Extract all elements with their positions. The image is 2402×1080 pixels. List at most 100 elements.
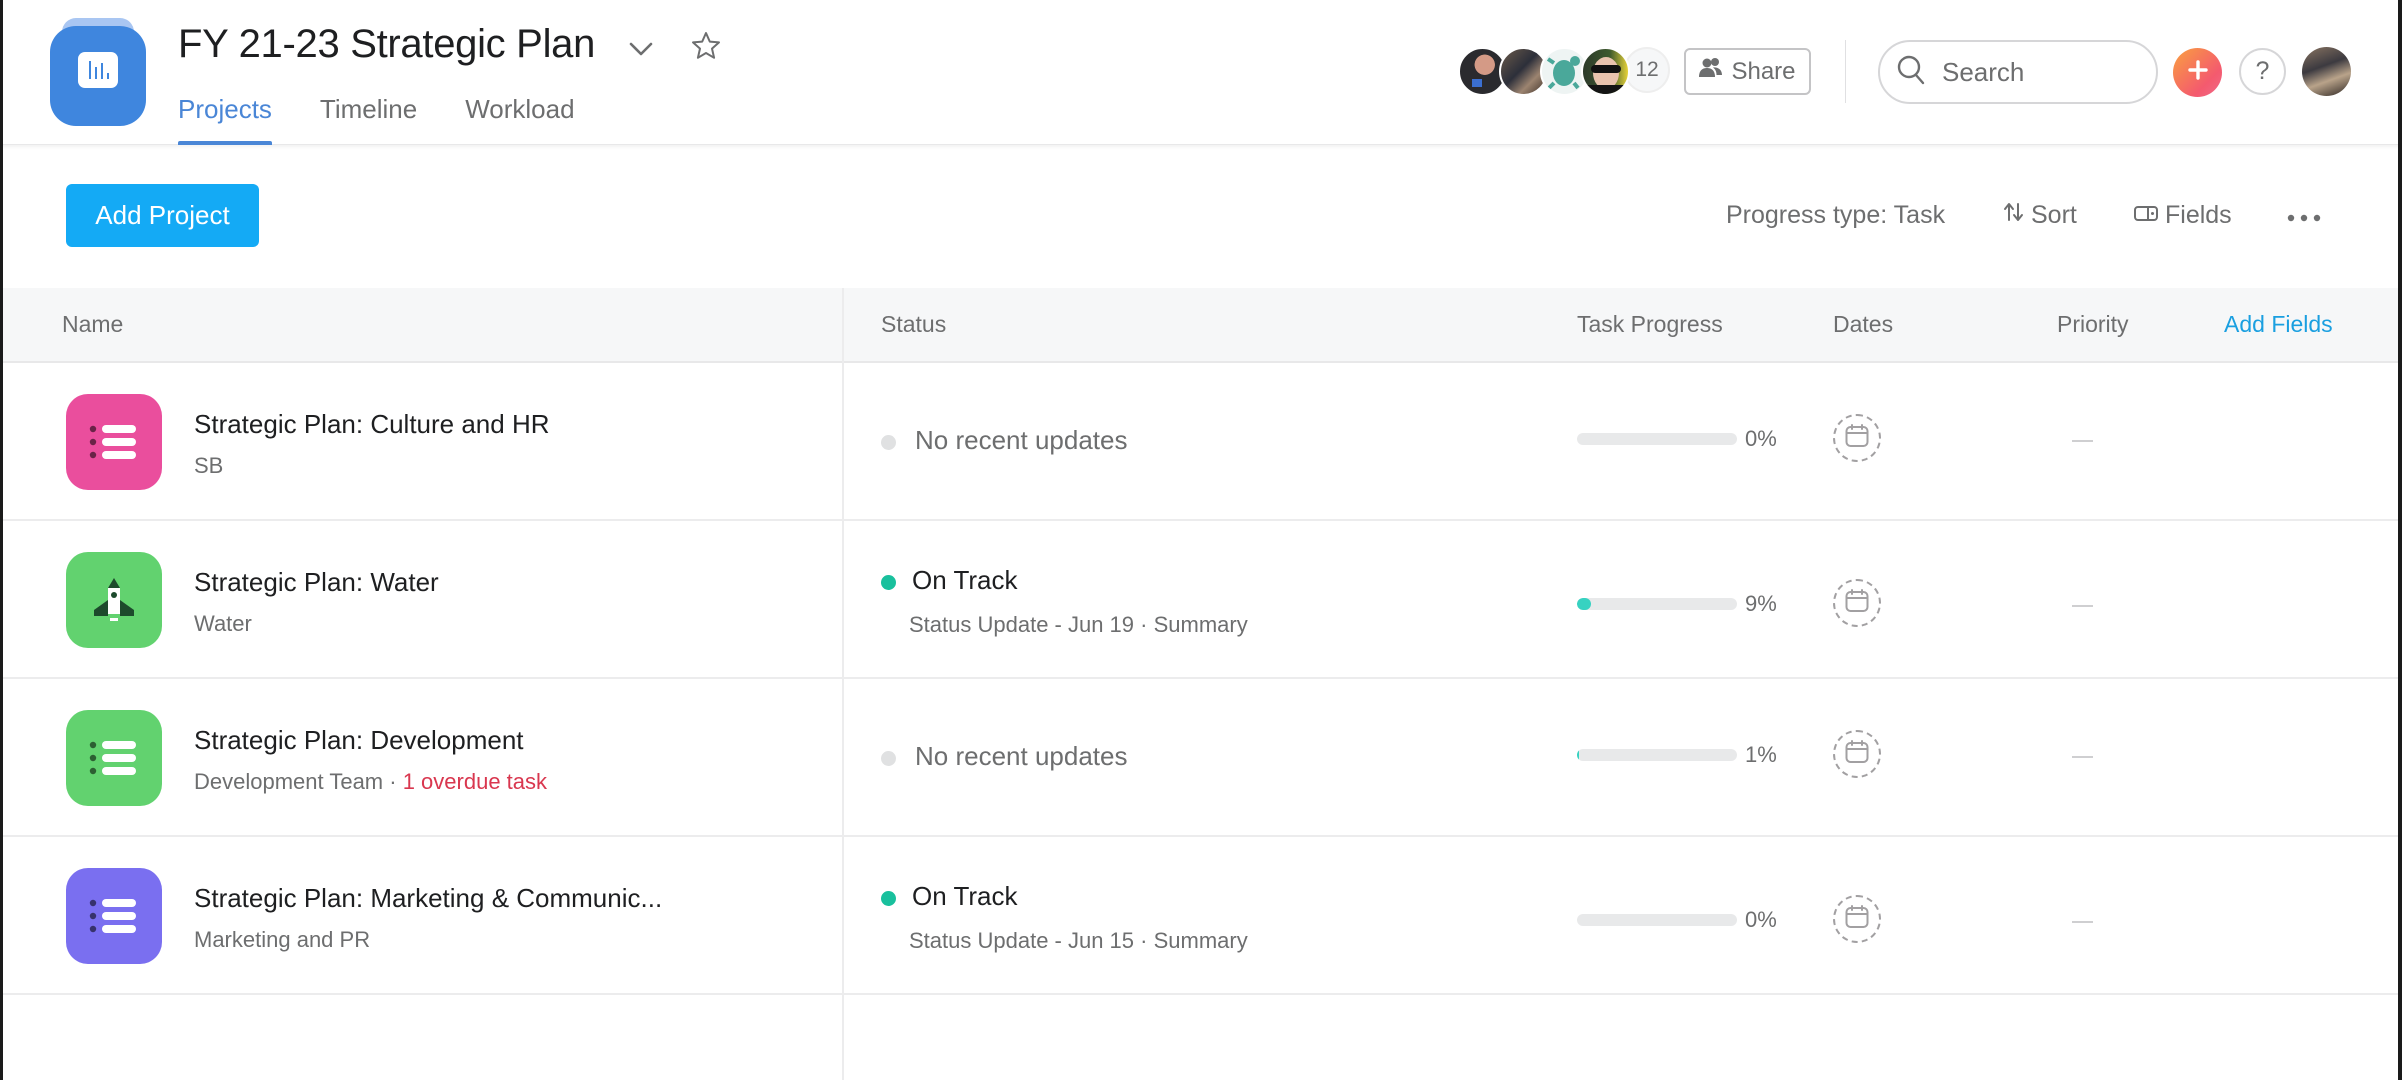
people-icon [1699,57,1723,86]
fields-icon [2133,201,2159,230]
calendar-icon [1844,739,1870,770]
list-icon [89,899,136,933]
dates-picker[interactable] [1833,579,1881,627]
search-icon [1896,54,1926,91]
project-title[interactable]: Strategic Plan: Water [194,567,439,598]
calendar-icon [1844,423,1870,454]
priority-empty[interactable] [2072,440,2093,442]
column-header-status[interactable]: Status [881,311,946,338]
status-dot-icon [881,751,896,766]
more-icon [2286,201,2322,230]
list-icon [89,425,136,459]
portfolio-header: FY 21-23 Strategic Plan Projects Timelin… [0,0,2402,145]
task-progress-fill [1577,598,1592,610]
dates-picker[interactable] [1833,895,1881,943]
calendar-icon [1844,588,1870,619]
more-options-button[interactable] [2286,198,2322,232]
add-project-button[interactable]: Add Project [66,184,259,247]
view-tabs: Projects Timeline Workload [178,90,623,145]
quick-add-button[interactable] [2173,48,2222,97]
window-right-edge [2398,0,2402,1080]
fields-label: Fields [2165,200,2232,229]
project-row[interactable]: Strategic Plan: Development Development … [0,679,2402,837]
portfolio-logo [50,18,146,126]
dates-picker[interactable] [1833,730,1881,778]
project-icon-list [66,710,162,806]
star-icon[interactable] [690,30,722,62]
search-box[interactable] [1878,40,2158,104]
status-label[interactable]: On Track [912,565,1017,596]
share-label: Share [1731,57,1796,85]
rocket-icon [94,578,134,621]
separator: · [383,769,403,794]
add-fields-button[interactable]: Add Fields [2224,311,2333,338]
project-title[interactable]: Strategic Plan: Development [194,725,524,756]
task-progress-percent: 9% [1745,591,1777,616]
avatar[interactable] [1581,47,1630,96]
task-progress-bar [1577,433,1737,445]
status-label[interactable]: No recent updates [915,425,1127,456]
status-dot-icon [881,575,896,590]
progress-type-label: Progress type: Task [1726,200,1946,229]
project-subtitle: SB [194,453,223,479]
user-avatar[interactable] [2302,47,2351,96]
status-update-detail[interactable]: Status Update - Jun 15 · Summary [909,928,1248,954]
project-icon-list [66,868,162,964]
dates-picker[interactable] [1833,414,1881,462]
share-button[interactable]: Share [1684,48,1811,95]
column-header-priority[interactable]: Priority [2057,311,2129,338]
project-title[interactable]: Strategic Plan: Marketing & Communic... [194,883,662,914]
list-icon [89,741,136,775]
calendar-icon [1844,904,1870,935]
progress-type-button[interactable]: Progress type: Task [1726,198,1945,232]
status-dot-icon [881,891,896,906]
task-progress-percent: 0% [1745,426,1777,451]
column-header-name[interactable]: Name [62,311,123,338]
project-title[interactable]: Strategic Plan: Culture and HR [194,409,550,440]
members-count[interactable]: 12 [1624,47,1670,93]
overdue-count[interactable]: 1 overdue task [403,769,547,794]
priority-empty[interactable] [2072,605,2093,607]
project-icon-list [66,394,162,490]
fields-button[interactable]: Fields [2133,198,2232,232]
task-progress-bar [1577,749,1737,761]
project-subtitle: Marketing and PR [194,927,370,953]
tab-workload[interactable]: Workload [465,90,574,145]
sort-icon [2003,201,2025,230]
members-facepile[interactable]: 12 [1458,47,1670,97]
project-subtitle: Development Team · 1 overdue task [194,769,547,795]
sort-button[interactable]: Sort [2003,198,2077,232]
tab-projects[interactable]: Projects [178,90,272,145]
window-left-edge [0,0,3,1080]
project-row[interactable]: Strategic Plan: Marketing & Communic... … [0,837,2402,995]
status-label[interactable]: No recent updates [915,741,1127,772]
table-header: Name Status Task Progress Dates Priority… [0,288,2402,363]
project-subtitle: Water [194,611,252,637]
priority-empty[interactable] [2072,756,2093,758]
task-progress-bar [1577,914,1737,926]
project-row[interactable]: Strategic Plan: Water Water On Track Sta… [0,521,2402,679]
tab-timeline[interactable]: Timeline [320,90,417,145]
project-team: Water [194,611,252,636]
header-divider [1845,40,1846,103]
status-dot-icon [881,435,896,450]
priority-empty[interactable] [2072,921,2093,923]
column-header-dates[interactable]: Dates [1833,311,1893,338]
chevron-down-icon[interactable] [626,34,656,64]
task-progress-fill [1577,749,1580,761]
task-progress-percent: 0% [1745,907,1777,932]
project-team: SB [194,453,224,478]
status-label[interactable]: On Track [912,881,1017,912]
task-progress-bar [1577,598,1737,610]
status-update-detail[interactable]: Status Update - Jun 19 · Summary [909,612,1248,638]
project-row[interactable]: Strategic Plan: Culture and HR SB No rec… [0,363,2402,521]
sort-label: Sort [2031,200,2077,229]
column-header-task-progress[interactable]: Task Progress [1577,311,1723,338]
bar-chart-icon [78,52,118,88]
project-team: Development Team [194,769,384,794]
help-button[interactable]: ? [2239,48,2286,95]
column-divider[interactable] [842,288,844,1080]
page-title: FY 21-23 Strategic Plan [178,22,596,66]
plus-icon [2187,59,2209,86]
search-input[interactable] [1942,56,2132,88]
